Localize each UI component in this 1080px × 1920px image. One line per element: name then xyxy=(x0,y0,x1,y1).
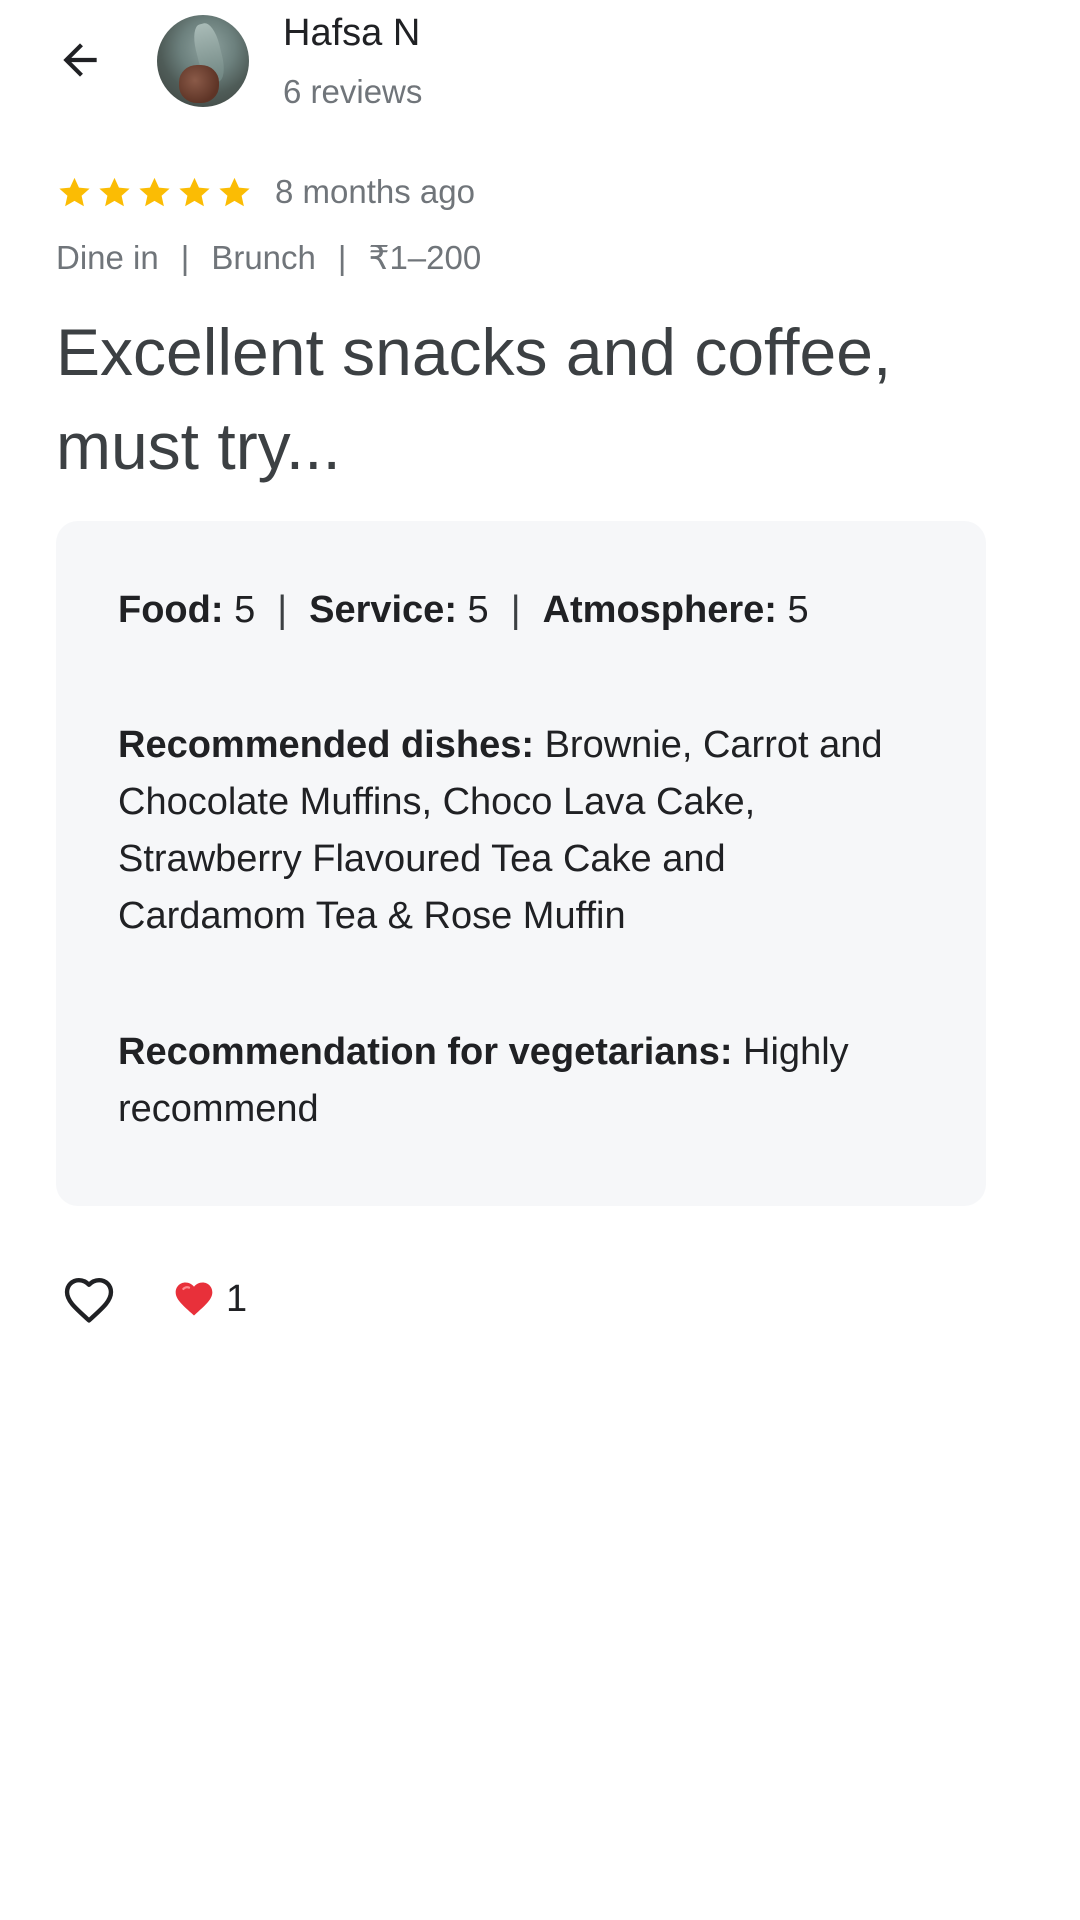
avatar[interactable] xyxy=(157,15,249,107)
review-time: 8 months ago xyxy=(275,173,475,210)
tag-price: ₹1–200 xyxy=(368,239,482,276)
star-icon xyxy=(99,177,130,206)
star-icon xyxy=(219,177,250,206)
review-header: Hafsa N 6 reviews xyxy=(0,0,1080,130)
tag-divider: | xyxy=(180,238,190,276)
recommended-dishes: Recommended dishes: Brownie, Carrot and … xyxy=(118,717,908,945)
star-icon xyxy=(59,177,90,206)
red-heart-icon xyxy=(175,1282,213,1316)
tag-divider: | xyxy=(337,238,347,276)
reviewer-name[interactable]: Hafsa N xyxy=(283,12,420,55)
review-text: Excellent snacks and coffee, must try... xyxy=(56,315,892,483)
reaction-summary[interactable]: 1 xyxy=(172,1277,247,1321)
score-service: Service: 5 xyxy=(309,589,489,631)
category-scores: Food: 5 | Service: 5 | Atmosphere: 5 xyxy=(118,589,809,632)
back-button[interactable] xyxy=(48,28,112,92)
reviewer-review-count: 6 reviews xyxy=(283,73,423,110)
reaction-count: 1 xyxy=(226,1277,248,1320)
review-details-card: Food: 5 | Service: 5 | Atmosphere: 5 Rec… xyxy=(56,521,986,1206)
visit-tags: Dine in | Brunch | ₹1–200 xyxy=(56,238,481,277)
score-food: Food: 5 xyxy=(118,589,256,631)
tag-meal-type: Brunch xyxy=(211,238,316,276)
tag-service-type: Dine in xyxy=(56,238,159,276)
score-divider: | xyxy=(277,589,288,631)
star-icon xyxy=(179,177,210,206)
arrow-back-icon xyxy=(63,43,97,77)
rating-row: 8 months ago xyxy=(56,170,475,214)
score-divider: | xyxy=(510,589,521,631)
score-atmosphere: Atmosphere: 5 xyxy=(542,589,809,631)
vegetarian-recommendation: Recommendation for vegetarians: Highly r… xyxy=(118,1024,908,1138)
star-rating xyxy=(56,174,253,211)
star-icon xyxy=(139,177,170,206)
like-button[interactable] xyxy=(56,1266,122,1332)
vegetarian-label: Recommendation for vegetarians: xyxy=(118,1031,733,1073)
heart-outline-icon xyxy=(64,1277,114,1323)
review-actions: 1 xyxy=(56,1264,247,1334)
recommended-dishes-label: Recommended dishes: xyxy=(118,724,534,766)
